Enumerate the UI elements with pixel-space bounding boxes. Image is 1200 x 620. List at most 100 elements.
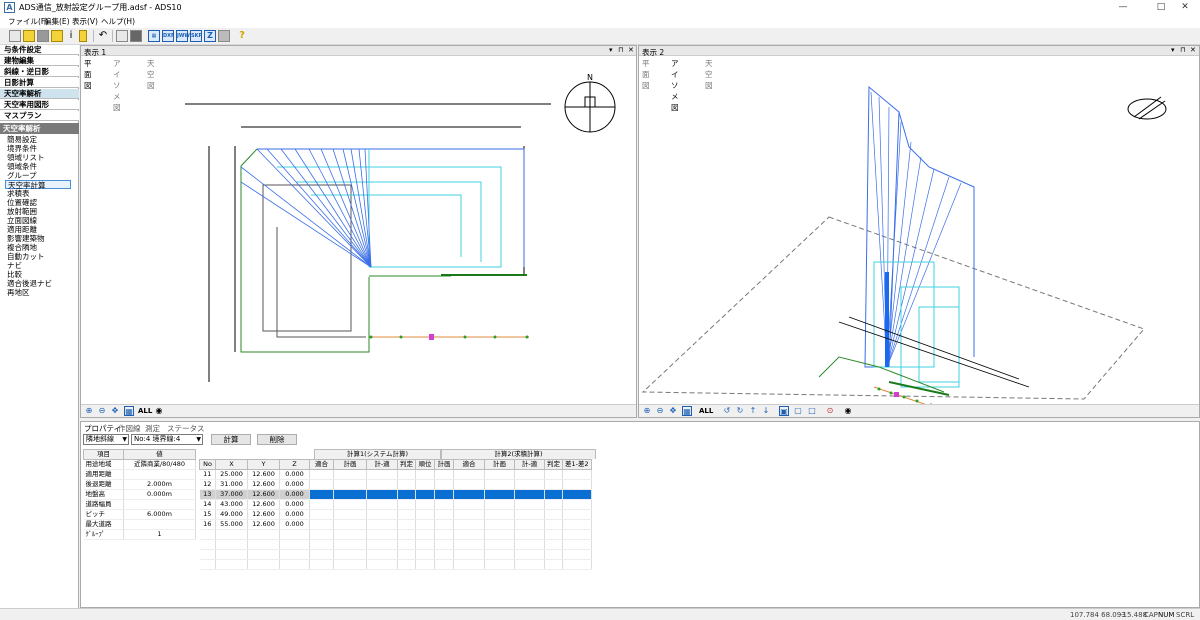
zoom-in-icon[interactable]: ⊕ (84, 406, 94, 416)
prop-row[interactable]: 最大道路 (83, 519, 196, 530)
left-item[interactable]: 放射範囲 (7, 207, 37, 216)
left-item[interactable]: 比較 (7, 270, 22, 279)
dxf-icon[interactable]: DXF (162, 30, 174, 42)
prop-row[interactable]: 後退距離 2.000m (83, 479, 196, 490)
tab-measure[interactable]: 測定 (145, 423, 160, 434)
table-row[interactable]: 13 37.000 12.600 0.000 (199, 489, 592, 500)
view1-pin-icon[interactable]: ⊓ (618, 46, 623, 54)
prop-value[interactable] (123, 469, 196, 480)
reset-view-icon[interactable]: ⊙ (825, 406, 835, 416)
eye-icon[interactable]: ◉ (154, 406, 164, 416)
boundary-select[interactable]: No:4 境界線:4 ▼ (131, 434, 203, 445)
prop-row[interactable]: ピッチ 6.000m (83, 509, 196, 520)
view1-menu-icon[interactable]: ▾ (609, 46, 613, 54)
left-item[interactable]: 自動カット (7, 252, 45, 261)
left-item[interactable]: 求積表 (7, 189, 30, 198)
left-item[interactable]: 影響建築物 (7, 234, 45, 243)
minimize-icon[interactable]: — (1108, 1, 1138, 14)
view2-pin-icon[interactable]: ⊓ (1180, 46, 1185, 54)
left-item[interactable]: ナビ (7, 261, 22, 270)
rotate-up-icon[interactable]: ↑ (748, 406, 758, 416)
table-row[interactable]: 15 49.000 12.600 0.000 (199, 509, 592, 520)
view1-close-icon[interactable]: ✕ (628, 46, 634, 54)
grid-icon[interactable] (218, 30, 230, 42)
left-item[interactable]: 適用距離 (7, 225, 37, 234)
header-tatemono[interactable]: 建物編集 (0, 56, 79, 66)
left-item[interactable]: 再地区 (7, 288, 30, 297)
new-file-icon[interactable] (9, 30, 21, 42)
left-item[interactable]: 領域条件 (7, 162, 37, 171)
z-icon[interactable]: Z (204, 30, 216, 42)
prop-row[interactable]: 用途地域 近隣商業/80/480 (83, 459, 196, 470)
left-item[interactable]: 天空率計算 (5, 180, 71, 190)
prop-row[interactable]: 地盤高 0.000m (83, 489, 196, 500)
table-row[interactable]: 12 31.000 12.600 0.000 (199, 479, 592, 490)
rotate-down-icon[interactable]: ↓ (761, 406, 771, 416)
table-row[interactable]: 11 25.000 12.600 0.000 (199, 469, 592, 480)
view1-canvas[interactable]: N (81, 67, 636, 404)
prop-row[interactable]: ｸﾞﾙｰﾌﾟ 1 (83, 529, 196, 540)
zoom-out-icon[interactable]: ⊖ (655, 406, 665, 416)
pan-icon[interactable]: ✥ (110, 406, 120, 416)
flag-icon[interactable] (79, 30, 87, 42)
prop-value[interactable]: 6.000m (123, 509, 196, 520)
prop-value[interactable]: 0.000m (123, 489, 196, 500)
paste-icon[interactable]: ▦ (148, 30, 160, 42)
jww-icon[interactable]: JWW (176, 30, 190, 42)
rotate-left-icon[interactable]: ↺ (722, 406, 732, 416)
tab-properties[interactable]: プロパティ (84, 423, 121, 434)
left-item[interactable]: 立面図線 (7, 216, 37, 225)
header-nichiei[interactable]: 日影計算 (0, 78, 79, 88)
menu-edit[interactable]: 編集(E) (44, 16, 70, 27)
view2-menu-icon[interactable]: ▾ (1171, 46, 1175, 54)
zoom-window-icon[interactable]: ▦ (682, 406, 692, 416)
menu-view[interactable]: 表示(V) (72, 16, 98, 27)
menu-file[interactable]: ファイル(F) (8, 16, 48, 27)
zoom-all-button[interactable]: ALL (699, 406, 713, 416)
left-item[interactable]: 適合後退ナビ (7, 279, 52, 288)
prop-value[interactable]: 2.000m (123, 479, 196, 490)
iso-view-icon[interactable]: ▣ (779, 406, 789, 416)
delete-button[interactable]: 削除 (257, 434, 297, 445)
zoom-window-icon[interactable]: ▦ (124, 406, 134, 416)
side-view-icon[interactable]: □ (807, 406, 817, 416)
prop-value[interactable]: 近隣商業/80/480 (123, 459, 196, 470)
header-tenku[interactable]: 天空率解析 (0, 89, 79, 99)
left-item[interactable]: 複合隣地 (7, 243, 37, 252)
table-row[interactable]: 16 55.000 12.600 0.000 (199, 519, 592, 530)
info-icon[interactable]: i (65, 30, 77, 42)
table-row[interactable]: 14 43.000 12.600 0.000 (199, 499, 592, 510)
header-yojoken[interactable]: 与条件設定 (0, 45, 79, 55)
left-item[interactable]: 領域リスト (7, 153, 45, 162)
left-item[interactable]: 簡易設定 (7, 135, 37, 144)
slope-type-select[interactable]: 隣地斜線 ▼ (83, 434, 129, 445)
pan-icon[interactable]: ✥ (668, 406, 678, 416)
menu-help[interactable]: ヘルプ(H) (101, 16, 135, 27)
front-view-icon[interactable]: ▢ (793, 406, 803, 416)
help-icon[interactable]: ? (236, 30, 248, 42)
tab-status[interactable]: ステータス (167, 423, 205, 434)
left-item[interactable]: 境界条件 (7, 144, 37, 153)
open-folder-icon[interactable] (23, 30, 35, 42)
save-icon[interactable] (37, 30, 49, 42)
view2-canvas[interactable] (639, 67, 1199, 404)
rotate-right-icon[interactable]: ↻ (735, 406, 745, 416)
prop-row[interactable]: 適用距離 (83, 469, 196, 480)
header-tenku-zukei[interactable]: 天空率用図形 (0, 100, 79, 110)
print-icon[interactable] (116, 30, 128, 42)
undo-icon[interactable]: ↶ (97, 30, 109, 42)
prop-value[interactable] (123, 519, 196, 530)
tab-drawlines[interactable]: 作図線 (118, 423, 141, 434)
left-item[interactable]: グループ (7, 171, 37, 180)
prop-value[interactable] (123, 499, 196, 510)
copy-icon[interactable] (130, 30, 142, 42)
zoom-out-icon[interactable]: ⊖ (97, 406, 107, 416)
export-icon[interactable] (51, 30, 63, 42)
eye-icon[interactable]: ◉ (843, 406, 853, 416)
prop-value[interactable]: 1 (123, 529, 196, 540)
view2-close-icon[interactable]: ✕ (1190, 46, 1196, 54)
header-shasen[interactable]: 斜線・逆日影 (0, 67, 79, 77)
skp-icon[interactable]: SKP (190, 30, 202, 42)
left-item[interactable]: 位置確認 (7, 198, 37, 207)
prop-row[interactable]: 道路幅員 (83, 499, 196, 510)
